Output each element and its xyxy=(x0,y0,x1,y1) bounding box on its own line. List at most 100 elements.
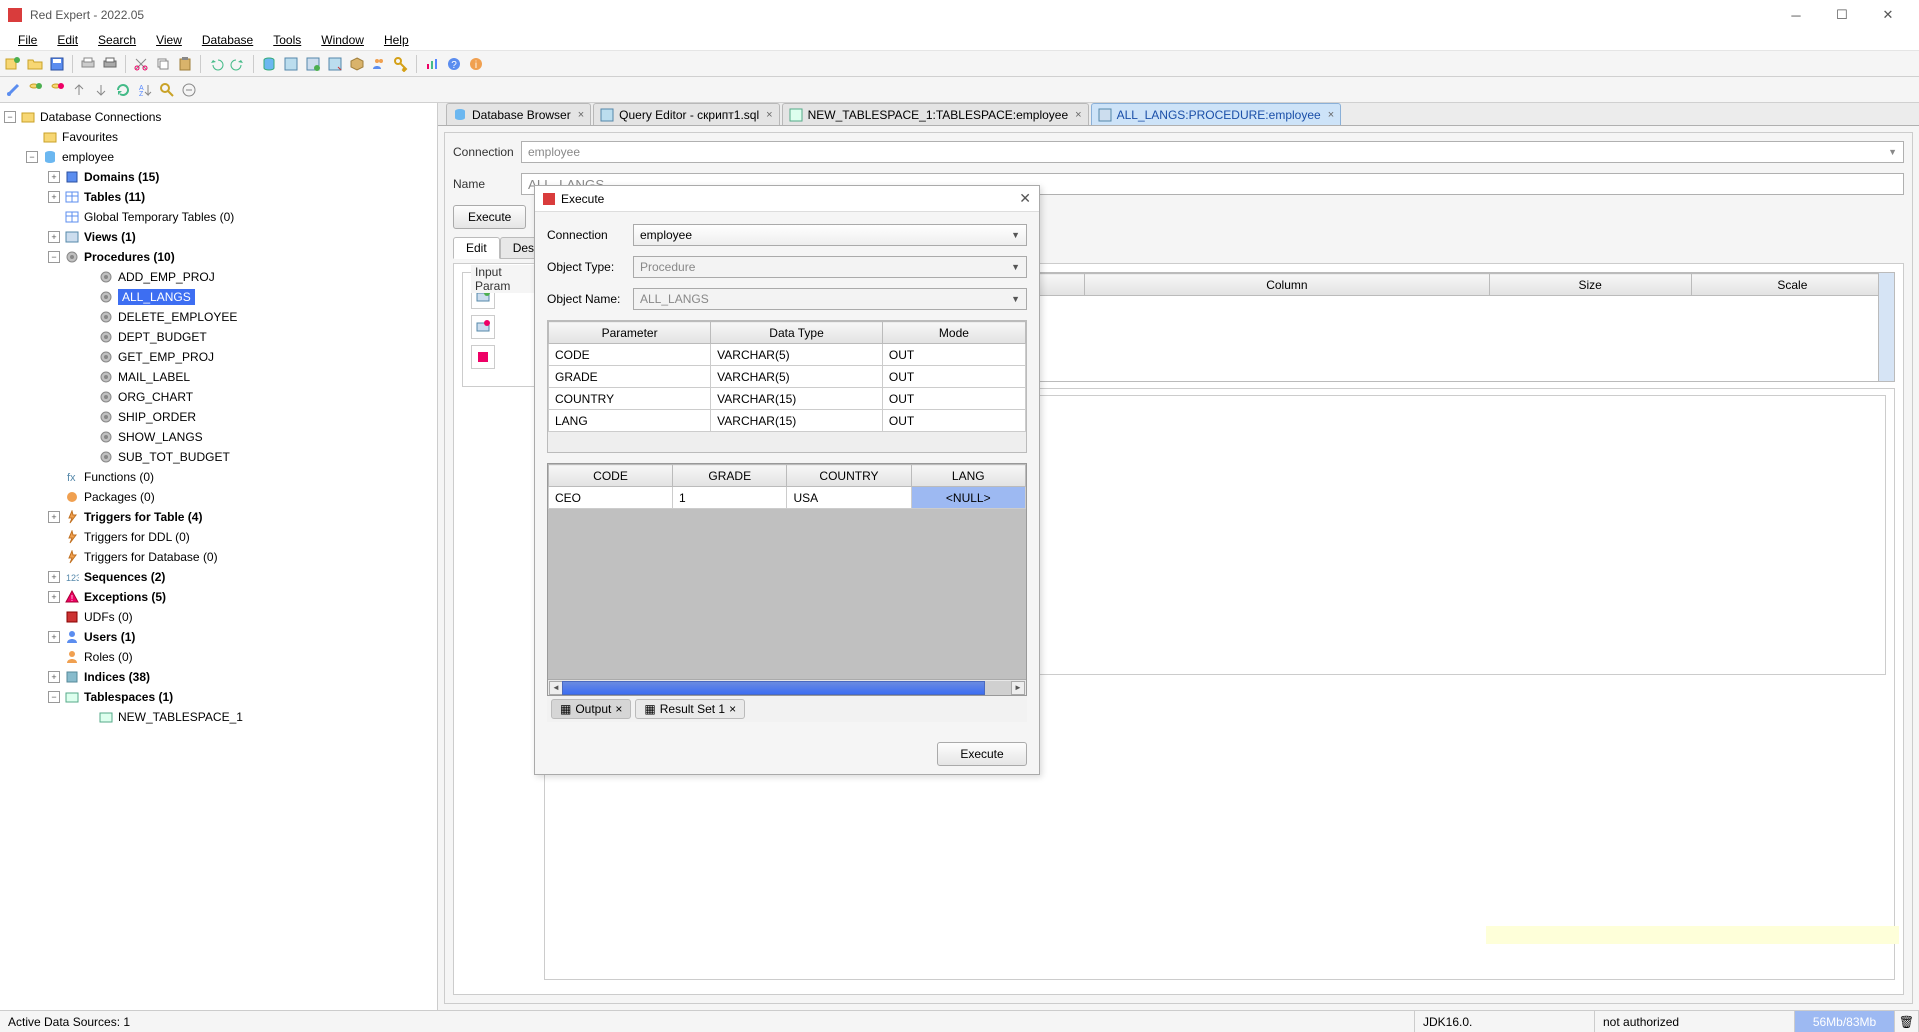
tree-expander[interactable]: + xyxy=(48,231,60,243)
tree-item[interactable]: −Tablespaces (1) xyxy=(0,687,437,707)
tree-child[interactable]: GET_EMP_PROJ xyxy=(0,347,437,367)
maximize-button[interactable]: ☐ xyxy=(1819,0,1865,30)
tree-expander[interactable]: + xyxy=(48,591,60,603)
help-icon[interactable]: ? xyxy=(445,55,463,73)
tree-item[interactable]: Triggers for DDL (0) xyxy=(0,527,437,547)
tree-child[interactable]: DEPT_BUDGET xyxy=(0,327,437,347)
tree-root[interactable]: Database Connections xyxy=(40,110,161,124)
search-icon[interactable] xyxy=(158,81,176,99)
tab-close-icon[interactable]: × xyxy=(729,702,736,716)
tree-child[interactable]: ADD_EMP_PROJ xyxy=(0,267,437,287)
dialog-titlebar[interactable]: Execute ✕ xyxy=(535,186,1039,212)
execute-button[interactable]: Execute xyxy=(453,205,526,229)
menu-help[interactable]: Help xyxy=(374,31,419,49)
tab-close-icon[interactable]: × xyxy=(1075,109,1081,121)
users-icon[interactable] xyxy=(370,55,388,73)
tree-child[interactable]: SHIP_ORDER xyxy=(0,407,437,427)
db-tool1-icon[interactable] xyxy=(260,55,278,73)
col-lang[interactable]: LANG xyxy=(911,465,1026,487)
param-cell[interactable]: VARCHAR(15) xyxy=(711,410,883,432)
tree-item[interactable]: +Users (1) xyxy=(0,627,437,647)
tree-child[interactable]: MAIL_LABEL xyxy=(0,367,437,387)
tree-child[interactable]: SHOW_LANGS xyxy=(0,427,437,447)
tab-procedure[interactable]: ALL_LANGS:PROCEDURE:employee× xyxy=(1091,103,1342,125)
param-cell[interactable]: VARCHAR(5) xyxy=(711,366,883,388)
param-cell[interactable]: COUNTRY xyxy=(549,388,711,410)
tree-item[interactable]: +Views (1) xyxy=(0,227,437,247)
param-cell[interactable]: CODE xyxy=(549,344,711,366)
cut-icon[interactable] xyxy=(132,55,150,73)
print-preview-icon[interactable] xyxy=(79,55,97,73)
tree-expander[interactable]: − xyxy=(48,251,60,263)
tree-favourites[interactable]: Favourites xyxy=(62,130,118,144)
collapse-icon[interactable] xyxy=(180,81,198,99)
new-db-icon[interactable] xyxy=(26,81,44,99)
tree-child[interactable]: DELETE_EMPLOYEE xyxy=(0,307,437,327)
col-code[interactable]: CODE xyxy=(549,465,673,487)
gc-icon[interactable]: 🗑 xyxy=(1895,1011,1919,1032)
undo-icon[interactable] xyxy=(207,55,225,73)
menu-window[interactable]: Window xyxy=(311,31,374,49)
info-icon[interactable]: i xyxy=(467,55,485,73)
param-cell[interactable]: OUT xyxy=(882,388,1025,410)
up-icon[interactable] xyxy=(70,81,88,99)
dialog-close-button[interactable]: ✕ xyxy=(1019,190,1031,207)
col-scale[interactable]: Scale xyxy=(1691,274,1893,296)
cell-code[interactable]: CEO xyxy=(549,487,673,509)
save-icon[interactable] xyxy=(48,55,66,73)
cell-country[interactable]: USA xyxy=(787,487,911,509)
col-mode[interactable]: Mode xyxy=(882,322,1025,344)
paste-icon[interactable] xyxy=(176,55,194,73)
menu-database[interactable]: Database xyxy=(192,31,263,49)
copy-icon[interactable] xyxy=(154,55,172,73)
tree-expander[interactable]: − xyxy=(48,691,60,703)
tree-item[interactable]: UDFs (0) xyxy=(0,607,437,627)
del-db-icon[interactable] xyxy=(48,81,66,99)
open-icon[interactable] xyxy=(26,55,44,73)
tree-expander[interactable]: + xyxy=(48,631,60,643)
dlg-objtype-select[interactable]: Procedure▼ xyxy=(633,256,1027,278)
tree-db[interactable]: employee xyxy=(62,150,114,164)
db-tool2-icon[interactable] xyxy=(282,55,300,73)
chart-icon[interactable] xyxy=(423,55,441,73)
col-grade[interactable]: GRADE xyxy=(673,465,787,487)
close-button[interactable]: ✕ xyxy=(1865,0,1911,30)
dlg-connection-select[interactable]: employee▼ xyxy=(633,224,1027,246)
tab-close-icon[interactable]: × xyxy=(578,109,584,121)
connect-icon[interactable] xyxy=(4,81,22,99)
tree-child[interactable]: ORG_CHART xyxy=(0,387,437,407)
param-cell[interactable]: OUT xyxy=(882,410,1025,432)
down-icon[interactable] xyxy=(92,81,110,99)
db-tool3-icon[interactable] xyxy=(304,55,322,73)
sort-icon[interactable]: AZ xyxy=(136,81,154,99)
param-cell[interactable]: OUT xyxy=(882,366,1025,388)
tree-expander[interactable]: + xyxy=(48,671,60,683)
menu-edit[interactable]: Edit xyxy=(47,31,88,49)
tree-item[interactable]: Global Temporary Tables (0) xyxy=(0,207,437,227)
tree-child[interactable]: ALL_LANGS xyxy=(0,287,437,307)
col-size[interactable]: Size xyxy=(1489,274,1691,296)
param-cell[interactable]: GRADE xyxy=(549,366,711,388)
connection-select[interactable]: employee▼ xyxy=(521,141,1904,163)
tree-item[interactable]: Roles (0) xyxy=(0,647,437,667)
dialog-execute-button[interactable]: Execute xyxy=(937,742,1027,766)
status-memory[interactable]: 56Mb/83Mb xyxy=(1795,1011,1895,1032)
tree-item[interactable]: −Procedures (10) xyxy=(0,247,437,267)
tree-item[interactable]: +!Exceptions (5) xyxy=(0,587,437,607)
horizontal-scrollbar[interactable]: ◄ ► xyxy=(548,679,1026,695)
col-column[interactable]: Column xyxy=(1085,274,1489,296)
col-datatype[interactable]: Data Type xyxy=(711,322,883,344)
tree-expander[interactable]: − xyxy=(26,151,38,163)
menu-search[interactable]: Search xyxy=(88,31,146,49)
tree-item[interactable]: +Triggers for Table (4) xyxy=(0,507,437,527)
tab-query-editor[interactable]: Query Editor - скрипт1.sql× xyxy=(593,103,779,125)
result-tab-resultset[interactable]: ▦Result Set 1× xyxy=(635,699,745,719)
result-tab-output[interactable]: ▦Output× xyxy=(551,699,631,719)
col-parameter[interactable]: Parameter xyxy=(549,322,711,344)
param-cell[interactable]: LANG xyxy=(549,410,711,432)
tree-expander[interactable]: + xyxy=(48,171,60,183)
tree-item[interactable]: Triggers for Database (0) xyxy=(0,547,437,567)
param-cell[interactable]: VARCHAR(15) xyxy=(711,388,883,410)
tab-close-icon[interactable]: × xyxy=(615,702,622,716)
tab-close-icon[interactable]: × xyxy=(766,109,772,121)
